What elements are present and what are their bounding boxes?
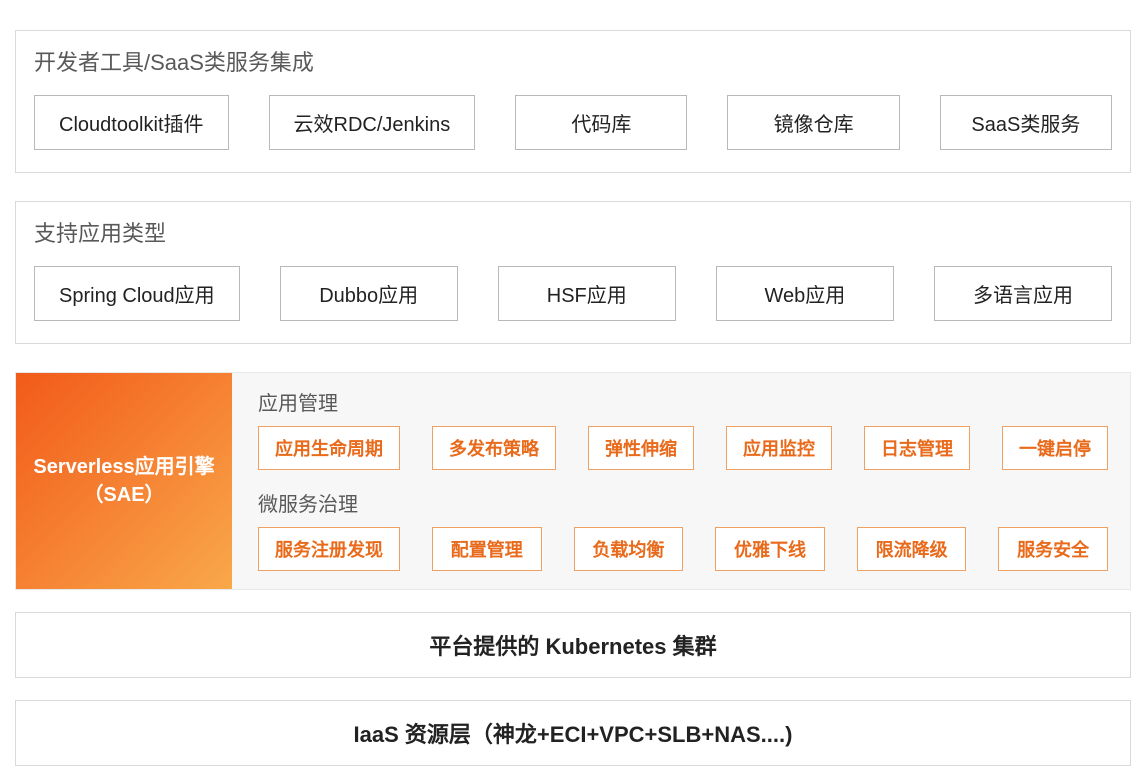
- ms-governance-item: 限流降级: [857, 527, 967, 571]
- apptypes-item: 多语言应用: [934, 266, 1112, 321]
- iaas-label: IaaS 资源层（神龙+ECI+VPC+SLB+NAS....): [354, 722, 793, 747]
- sae-right-panel: 应用管理 应用生命周期 多发布策略 弹性伸缩 应用监控 日志管理 一键启停 微服…: [232, 373, 1130, 589]
- sae-left-title: Serverless应用引擎（SAE）: [26, 453, 222, 509]
- apptypes-title: 支持应用类型: [34, 216, 1112, 248]
- apptypes-section: 支持应用类型 Spring Cloud应用 Dubbo应用 HSF应用 Web应…: [15, 201, 1131, 344]
- ms-governance-item: 服务注册发现: [258, 527, 400, 571]
- kubernetes-band: 平台提供的 Kubernetes 集群: [15, 612, 1131, 678]
- ms-governance-item: 配置管理: [432, 527, 542, 571]
- kubernetes-label: 平台提供的 Kubernetes 集群: [429, 634, 716, 659]
- apptypes-row: Spring Cloud应用 Dubbo应用 HSF应用 Web应用 多语言应用: [34, 266, 1112, 321]
- app-mgmt-item: 弹性伸缩: [588, 426, 694, 470]
- devtools-item: Cloudtoolkit插件: [34, 95, 229, 150]
- ms-governance-title: 微服务治理: [258, 488, 1108, 517]
- ms-governance-item: 服务安全: [998, 527, 1108, 571]
- devtools-item: SaaS类服务: [940, 95, 1112, 150]
- ms-governance-item: 优雅下线: [715, 527, 825, 571]
- app-mgmt-item: 多发布策略: [432, 426, 556, 470]
- sae-section: Serverless应用引擎（SAE） 应用管理 应用生命周期 多发布策略 弹性…: [15, 372, 1131, 590]
- iaas-band: IaaS 资源层（神龙+ECI+VPC+SLB+NAS....): [15, 700, 1131, 766]
- apptypes-item: Spring Cloud应用: [34, 266, 240, 321]
- devtools-item: 云效RDC/Jenkins: [269, 95, 476, 150]
- app-mgmt-item: 应用生命周期: [258, 426, 400, 470]
- app-mgmt-title: 应用管理: [258, 387, 1108, 416]
- sae-left-panel: Serverless应用引擎（SAE）: [16, 373, 232, 589]
- ms-governance-row: 服务注册发现 配置管理 负载均衡 优雅下线 限流降级 服务安全: [258, 527, 1108, 571]
- apptypes-item: HSF应用: [498, 266, 676, 321]
- app-mgmt-row: 应用生命周期 多发布策略 弹性伸缩 应用监控 日志管理 一键启停: [258, 426, 1108, 470]
- devtools-item: 镜像仓库: [727, 95, 899, 150]
- devtools-title: 开发者工具/SaaS类服务集成: [34, 45, 1112, 77]
- devtools-section: 开发者工具/SaaS类服务集成 Cloudtoolkit插件 云效RDC/Jen…: [15, 30, 1131, 173]
- devtools-item: 代码库: [515, 95, 687, 150]
- app-mgmt-item: 日志管理: [864, 426, 970, 470]
- ms-governance-item: 负载均衡: [574, 527, 684, 571]
- app-mgmt-item: 应用监控: [726, 426, 832, 470]
- apptypes-item: Web应用: [716, 266, 894, 321]
- apptypes-item: Dubbo应用: [280, 266, 458, 321]
- app-mgmt-item: 一键启停: [1002, 426, 1108, 470]
- devtools-row: Cloudtoolkit插件 云效RDC/Jenkins 代码库 镜像仓库 Sa…: [34, 95, 1112, 150]
